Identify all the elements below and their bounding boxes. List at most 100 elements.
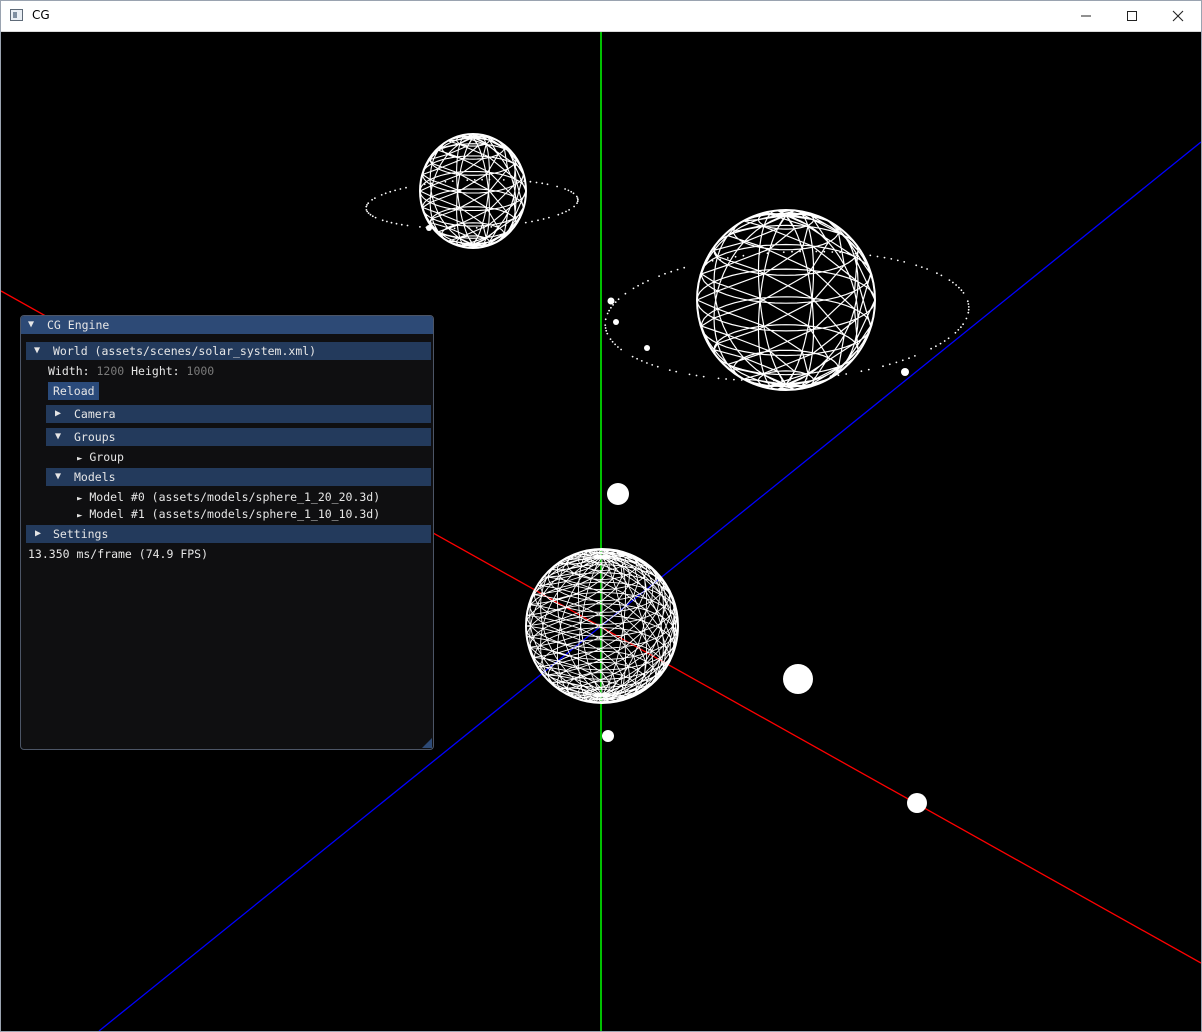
ring-dot	[400, 223, 403, 226]
ring-dot	[604, 324, 607, 326]
ring-dot	[725, 378, 727, 380]
ring-dot	[367, 202, 370, 205]
ring-dot	[948, 279, 951, 281]
ring-dot	[557, 213, 560, 216]
world-label: World (assets/scenes/solar_system.xml)	[53, 344, 317, 358]
ring-dot	[561, 212, 564, 215]
ring-dot	[637, 284, 639, 287]
model-tree-item-1[interactable]: ► Model #1 (assets/models/sphere_1_10_10…	[77, 507, 380, 521]
ring-dot	[675, 370, 678, 373]
minimize-button[interactable]	[1063, 1, 1109, 31]
ring-dot	[624, 292, 627, 295]
render-viewport[interactable]: ▼ CG Engine ▼ World (assets/scenes/solar…	[1, 32, 1201, 1031]
ring-dot	[962, 323, 964, 326]
ring-dot	[883, 256, 886, 259]
ring-dot	[432, 226, 435, 229]
ring-dot	[908, 357, 910, 360]
height-label: Height:	[131, 364, 180, 378]
ring-dot	[475, 226, 478, 229]
ring-dot	[854, 252, 857, 255]
panel-title: CG Engine	[47, 318, 110, 332]
close-button[interactable]	[1155, 1, 1201, 31]
ring-dot	[914, 355, 916, 357]
ring-dot	[542, 218, 545, 220]
ring-dot	[860, 370, 863, 373]
collapsed-triangle-icon: ▶	[35, 528, 42, 539]
ring-dot	[829, 375, 832, 378]
ring-dot	[719, 258, 721, 261]
ring-dot	[646, 362, 648, 364]
ring-dot	[670, 270, 673, 273]
ring-dot	[766, 252, 769, 255]
ring-dot	[406, 224, 409, 227]
ring-dot	[742, 254, 745, 257]
moon-2	[783, 664, 813, 694]
moon-8	[901, 368, 909, 376]
ring-dot	[446, 227, 449, 230]
model-tree-item-0[interactable]: ► Model #0 (assets/models/sphere_1_20_20…	[77, 490, 380, 504]
ring-dot	[604, 327, 607, 329]
ring-dot	[960, 326, 962, 328]
ring-dot	[954, 331, 957, 334]
ring-dot	[632, 287, 635, 290]
expanded-triangle-icon: ▼	[55, 471, 62, 482]
ring-dot	[466, 179, 469, 182]
moon-5	[607, 297, 615, 305]
ring-dot	[651, 364, 654, 366]
ring-dot	[688, 373, 691, 376]
ring-dot	[782, 251, 785, 254]
ring-dot	[896, 259, 899, 262]
groups-header[interactable]: ▼ Groups	[46, 428, 431, 446]
ring-dot	[374, 197, 376, 200]
model-item-label: Model #0 (assets/models/sphere_1_20_20.3…	[89, 490, 381, 504]
ring-dot	[939, 342, 942, 345]
ring-dot	[748, 379, 751, 382]
maximize-icon	[1127, 11, 1137, 21]
ring-dot	[935, 345, 937, 348]
ring-dot	[647, 279, 649, 282]
ring-dot	[952, 281, 954, 284]
ring-dot	[882, 365, 884, 368]
settings-header[interactable]: ▶ Settings	[26, 525, 431, 543]
ring-dot	[845, 373, 848, 375]
ring-dot	[656, 365, 659, 368]
title-bar[interactable]: CG	[1, 1, 1201, 32]
ring-dot	[444, 180, 447, 183]
ring-dot	[531, 220, 533, 223]
ring-dot	[717, 377, 720, 380]
models-header[interactable]: ▼ Models	[46, 468, 431, 486]
ring-dot	[958, 286, 960, 289]
ring-dot	[831, 251, 834, 253]
ring-dot	[481, 178, 483, 181]
maximize-button[interactable]	[1109, 1, 1155, 31]
ring-dot	[453, 227, 456, 230]
ring-dot	[371, 215, 374, 218]
cg-engine-panel[interactable]: ▼ CG Engine ▼ World (assets/scenes/solar…	[20, 315, 434, 750]
camera-header[interactable]: ▶ Camera	[46, 405, 431, 423]
world-header[interactable]: ▼ World (assets/scenes/solar_system.xml)	[26, 342, 431, 360]
ring-dot	[957, 329, 960, 331]
group-tree-item[interactable]: ► Group	[77, 450, 124, 464]
collapse-triangle-icon[interactable]: ▼	[28, 319, 34, 331]
ring-dot	[936, 272, 938, 275]
ring-dot	[577, 198, 579, 201]
reload-button[interactable]: Reload	[48, 382, 99, 400]
ring-dot	[394, 189, 396, 192]
models-label: Models	[74, 470, 116, 484]
ring-dot	[612, 304, 614, 306]
ring-dot	[572, 192, 575, 195]
ring-dot	[955, 284, 957, 286]
resize-grip[interactable]	[422, 738, 432, 748]
ring-dot	[399, 188, 402, 190]
ring-dot	[926, 268, 928, 270]
width-label: Width:	[48, 364, 90, 378]
panel-title-bar[interactable]: ▼ CG Engine	[21, 316, 433, 334]
moon-6	[613, 319, 619, 325]
ring-dot	[367, 212, 370, 215]
sphere-wireframe	[525, 548, 679, 704]
ring-dot	[568, 209, 570, 211]
ring-dot	[365, 205, 368, 208]
ring-dot	[869, 254, 872, 257]
ring-dot	[384, 192, 387, 195]
ring-dot	[967, 308, 970, 311]
